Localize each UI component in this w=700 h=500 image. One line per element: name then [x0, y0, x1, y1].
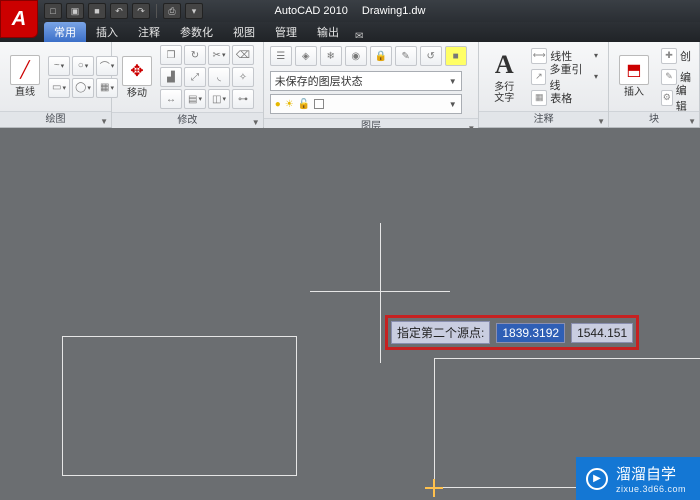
play-icon: ▶ — [586, 468, 608, 490]
panel-layers: ☰ ◈ ❄ ◉ 🔒 ✎ ↺ ■ 未保存的图层状态 ▼ ● ☀ 🔓 — [264, 42, 480, 127]
edit-block-icon: ✎ — [661, 69, 677, 85]
insert-block-button[interactable]: ⬒ 插入 — [615, 53, 653, 100]
layer-match-icon[interactable]: ✎ — [395, 46, 417, 66]
drawing-canvas[interactable]: 指定第二个源点: 1839.3192 1544.151 ▶ 溜溜自学 zixue… — [0, 128, 700, 500]
coord-x-input[interactable]: 1839.3192 — [496, 323, 565, 343]
draw-flyout-grid: ~ ○ ⌒ ▭ ◯ ▦ — [48, 56, 118, 98]
chevron-down-icon: ▼ — [449, 100, 457, 109]
create-block-button[interactable]: ✚ 创 — [659, 46, 693, 66]
coord-y-input[interactable]: 1544.151 — [571, 323, 633, 343]
tab-extra-icon[interactable]: ✉ — [355, 31, 363, 42]
title-center: AutoCAD 2010 Drawing1.dw — [275, 5, 426, 17]
qat-separator — [156, 4, 157, 18]
modify-grid: ❐ ↻ ✂ ⌫ ▟ ⤢ ◟ ✧ ↔ ▤ ◫ ⊶ — [160, 45, 254, 109]
dimension-icon: ⟷ — [531, 48, 547, 64]
panel-draw: ╱ 直线 ~ ○ ⌒ ▭ ◯ ▦ 绘图▼ — [0, 42, 112, 127]
titlebar: A □ ▣ ■ ↶ ↷ ⎙ ▾ AutoCAD 2010 Drawing1.dw — [0, 0, 700, 22]
layer-prev-icon[interactable]: ↺ — [420, 46, 442, 66]
panel-block: ⬒ 插入 ✚ 创 ✎ 编 ⚙ 编辑 块▼ — [609, 42, 700, 127]
sun-icon: ☀ — [285, 99, 294, 110]
mtext-button[interactable]: A 多行 文字 — [485, 48, 523, 106]
tab-annotate[interactable]: 注释 — [128, 22, 170, 42]
line-button[interactable]: ╱ 直线 — [6, 53, 44, 100]
chevron-down-icon: ▾ — [594, 72, 600, 81]
edit-attr-icon: ⚙ — [661, 90, 673, 106]
layer-freeze-icon[interactable]: ❄ — [320, 46, 342, 66]
dynamic-input-prompt: 指定第二个源点: 1839.3192 1544.151 — [385, 315, 639, 350]
array-icon[interactable]: ▤ — [184, 89, 206, 109]
erase-icon[interactable]: ⌫ — [232, 45, 254, 65]
panel-modify: ✥ 移动 ❐ ↻ ✂ ⌫ ▟ ⤢ ◟ ✧ ↔ ▤ ◫ ⊶ 修改▼ — [112, 42, 264, 127]
lightbulb-icon: ● — [275, 99, 281, 110]
offset-icon[interactable]: ◫ — [208, 89, 230, 109]
panel-annotation: A 多行 文字 ⟷ 线性 ▾ ↗ 多重引线 ▾ ▦ 表格 — [479, 42, 609, 127]
edit-attr-button[interactable]: ⚙ 编辑 — [659, 88, 693, 108]
ribbon-tabstrip: 常用 插入 注释 参数化 视图 管理 输出 ✉ — [0, 22, 700, 42]
ellipse-icon[interactable]: ◯ — [72, 78, 94, 98]
layer-lock-icon[interactable]: 🔒 — [370, 46, 392, 66]
tab-output[interactable]: 输出 — [307, 22, 349, 42]
document-title: Drawing1.dw — [362, 5, 426, 17]
rectangle-icon[interactable]: ▭ — [48, 78, 70, 98]
polyline-icon[interactable]: ~ — [48, 56, 70, 76]
qat-dropdown-icon[interactable]: ▾ — [185, 3, 203, 19]
tab-insert[interactable]: 插入 — [86, 22, 128, 42]
stretch-icon[interactable]: ↔ — [160, 89, 182, 109]
line-icon: ╱ — [10, 55, 40, 85]
qat-print-icon[interactable]: ⎙ — [163, 3, 181, 19]
table-button[interactable]: ▦ 表格 — [529, 88, 602, 108]
panel-title-draw[interactable]: 绘图▼ — [0, 111, 111, 127]
leader-icon: ↗ — [531, 69, 546, 85]
qat-open-icon[interactable]: ▣ — [66, 3, 84, 19]
panel-title-modify[interactable]: 修改▼ — [112, 112, 263, 128]
color-swatch-icon — [314, 99, 324, 109]
create-block-icon: ✚ — [661, 48, 677, 64]
scale-icon[interactable]: ⤢ — [184, 67, 206, 87]
move-button[interactable]: ✥ 移动 — [118, 54, 156, 101]
panel-title-block[interactable]: 块▼ — [609, 111, 699, 127]
qat-new-icon[interactable]: □ — [44, 3, 62, 19]
layer-tools-row: ☰ ◈ ❄ ◉ 🔒 ✎ ↺ ■ — [270, 46, 473, 68]
chevron-down-icon: ▾ — [594, 51, 600, 60]
layer-color-icon[interactable]: ■ — [445, 46, 467, 66]
quick-access-toolbar: □ ▣ ■ ↶ ↷ ⎙ ▾ — [44, 3, 203, 19]
copy-icon[interactable]: ❐ — [160, 45, 182, 65]
table-icon: ▦ — [531, 90, 547, 106]
layer-current-combo[interactable]: ● ☀ 🔓 ▼ — [270, 94, 462, 114]
chevron-down-icon: ▼ — [449, 77, 457, 86]
qat-redo-icon[interactable]: ↷ — [132, 3, 150, 19]
trim-icon[interactable]: ✂ — [208, 45, 230, 65]
qat-undo-icon[interactable]: ↶ — [110, 3, 128, 19]
app-title: AutoCAD 2010 — [275, 5, 348, 17]
tab-manage[interactable]: 管理 — [265, 22, 307, 42]
lock-open-icon: 🔓 — [298, 99, 310, 110]
mirror-icon[interactable]: ▟ — [160, 67, 182, 87]
move-icon: ✥ — [122, 56, 152, 86]
layer-state-combo[interactable]: 未保存的图层状态 ▼ — [270, 71, 462, 91]
layer-properties-icon[interactable]: ☰ — [270, 46, 292, 66]
fillet-icon[interactable]: ◟ — [208, 67, 230, 87]
panel-title-annotation[interactable]: 注释▼ — [479, 111, 608, 127]
qat-save-icon[interactable]: ■ — [88, 3, 106, 19]
mleader-button[interactable]: ↗ 多重引线 ▾ — [529, 67, 602, 87]
crosshair-vertical — [380, 223, 381, 363]
layer-off-icon[interactable]: ◉ — [345, 46, 367, 66]
insert-block-icon: ⬒ — [619, 55, 649, 85]
explode-icon[interactable]: ✧ — [232, 67, 254, 87]
tab-parametric[interactable]: 参数化 — [170, 22, 223, 42]
tab-home[interactable]: 常用 — [44, 22, 86, 42]
drawing-rect-1 — [62, 336, 297, 476]
watermark: ▶ 溜溜自学 zixue.3d66.com — [576, 457, 700, 500]
circle-icon[interactable]: ○ — [72, 56, 94, 76]
layer-iso-icon[interactable]: ◈ — [295, 46, 317, 66]
pick-point-marker — [430, 484, 438, 492]
join-icon[interactable]: ⊶ — [232, 89, 254, 109]
ribbon: ╱ 直线 ~ ○ ⌒ ▭ ◯ ▦ 绘图▼ ✥ 移动 ❐ ↻ ✂ — [0, 42, 700, 128]
prompt-label: 指定第二个源点: — [391, 321, 490, 344]
tab-view[interactable]: 视图 — [223, 22, 265, 42]
rotate-icon[interactable]: ↻ — [184, 45, 206, 65]
text-A-icon: A — [489, 50, 519, 80]
app-menu-button[interactable]: A — [0, 0, 38, 38]
